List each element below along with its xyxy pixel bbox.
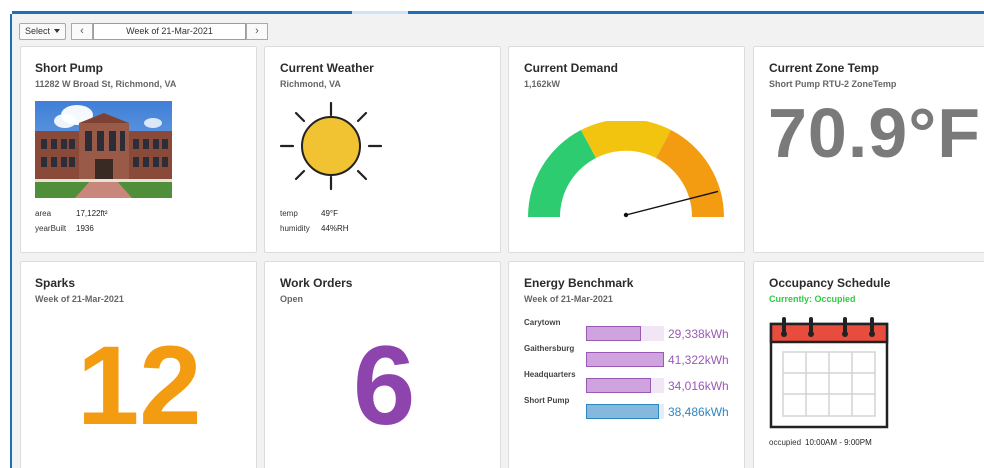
bench-row: Headquarters 34,016kWh xyxy=(524,370,734,394)
work-orders-title: Work Orders xyxy=(280,276,353,290)
occupancy-status: Currently: Occupied xyxy=(769,294,856,304)
weather-card[interactable]: Current Weather Richmond, VA temp 49°F hu… xyxy=(264,46,501,253)
area-value: 17,122ft² xyxy=(76,209,108,218)
bench-label: Carytown xyxy=(524,318,561,327)
gauge-yellow-segment xyxy=(581,121,671,158)
bench-value: 41,322kWh xyxy=(668,353,729,367)
work-orders-card[interactable]: Work Orders Open 6 xyxy=(264,261,501,468)
window-left-frame xyxy=(0,14,12,468)
temp-row: temp 49°F xyxy=(280,209,338,218)
select-label: Select xyxy=(25,26,51,36)
bench-track xyxy=(586,378,664,393)
weather-title: Current Weather xyxy=(280,61,374,75)
calendar-icon xyxy=(769,317,889,429)
tab-highlight xyxy=(352,11,408,14)
zone-subtitle: Short Pump RTU-2 ZoneTemp xyxy=(769,79,897,89)
energy-benchmark-card[interactable]: Energy Benchmark Week of 21-Mar-2021 Car… xyxy=(508,261,745,468)
humidity-key: humidity xyxy=(280,224,310,233)
chevron-left-icon: ‹ xyxy=(80,24,84,37)
site-title: Short Pump xyxy=(35,61,103,75)
sparks-card[interactable]: Sparks Week of 21-Mar-2021 12 xyxy=(20,261,257,468)
caret-down-icon xyxy=(54,29,61,33)
bench-bar xyxy=(586,326,642,341)
area-row: area 17,122ft² xyxy=(35,209,108,218)
select-dropdown[interactable]: Select xyxy=(19,22,67,40)
occupancy-title: Occupancy Schedule xyxy=(769,276,891,290)
bench-value: 34,016kWh xyxy=(668,379,729,393)
year-key: yearBuilt xyxy=(35,224,67,233)
area-key: area xyxy=(35,209,52,218)
occupied-row: occupied 10:00AM - 9:00PM xyxy=(769,438,872,447)
demand-gauge xyxy=(528,121,724,218)
bench-value: 29,338kWh xyxy=(668,327,729,341)
temp-key: temp xyxy=(280,209,298,218)
demand-title: Current Demand xyxy=(524,61,619,75)
sparks-count: 12 xyxy=(77,323,202,448)
bench-row: Gaithersburg 41,322kWh xyxy=(524,344,734,368)
bench-track xyxy=(586,404,664,419)
humidity-row: humidity 44%RH xyxy=(280,224,349,233)
active-tab-indicator xyxy=(12,11,984,14)
year-row: yearBuilt 1936 xyxy=(35,224,94,233)
bench-row: Short Pump 38,486kWh xyxy=(524,396,734,420)
bench-track xyxy=(586,326,664,341)
gauge-orange-segment xyxy=(656,130,724,217)
sun-icon xyxy=(279,101,383,191)
date-toolbar: Select ‹ Week of 21-Mar-2021 › xyxy=(19,22,269,40)
demand-card[interactable]: Current Demand 1,162kW xyxy=(508,46,745,253)
occupied-key: occupied xyxy=(769,438,802,447)
next-week-button[interactable]: › xyxy=(246,22,269,40)
work-orders-subtitle: Open xyxy=(280,294,304,304)
bench-track xyxy=(586,352,664,367)
gauge-pivot xyxy=(623,212,629,218)
week-label: Week of 21-Mar-2021 xyxy=(126,26,213,36)
bench-row: Carytown 29,338kWh xyxy=(524,318,734,342)
bench-label: Headquarters xyxy=(524,370,576,379)
chevron-right-icon: › xyxy=(255,24,259,37)
benchmark-subtitle: Week of 21-Mar-2021 xyxy=(524,294,613,304)
sparks-title: Sparks xyxy=(35,276,76,290)
year-value: 1936 xyxy=(76,224,94,233)
site-card[interactable]: Short Pump 11282 W Broad St, Richmond, V… xyxy=(20,46,257,253)
weather-location: Richmond, VA xyxy=(280,79,341,89)
work-orders-count: 6 xyxy=(353,323,416,448)
bench-label: Gaithersburg xyxy=(524,344,575,353)
benchmark-title: Energy Benchmark xyxy=(524,276,634,290)
humidity-value: 44%RH xyxy=(321,224,349,233)
bench-bar xyxy=(586,404,659,419)
bench-label: Short Pump xyxy=(524,396,570,405)
zone-temp-value: 70.9°F xyxy=(768,94,981,172)
bench-bar xyxy=(586,352,664,367)
zone-temp-card[interactable]: Current Zone Temp Short Pump RTU-2 ZoneT… xyxy=(753,46,984,253)
zone-title: Current Zone Temp xyxy=(769,61,879,75)
site-address: 11282 W Broad St, Richmond, VA xyxy=(35,79,177,89)
prev-week-button[interactable]: ‹ xyxy=(71,22,94,40)
sparks-subtitle: Week of 21-Mar-2021 xyxy=(35,294,124,304)
bench-bar xyxy=(586,378,651,393)
bench-value: 38,486kWh xyxy=(668,405,729,419)
occupancy-card[interactable]: Occupancy Schedule Currently: Occupied o… xyxy=(753,261,984,468)
occupied-value: 10:00AM - 9:00PM xyxy=(805,438,872,447)
demand-value: 1,162kW xyxy=(524,79,561,89)
week-date-field[interactable]: Week of 21-Mar-2021 xyxy=(93,22,247,40)
gauge-green-segment xyxy=(528,130,596,217)
building-photo xyxy=(35,101,172,198)
temp-value: 49°F xyxy=(321,209,338,218)
